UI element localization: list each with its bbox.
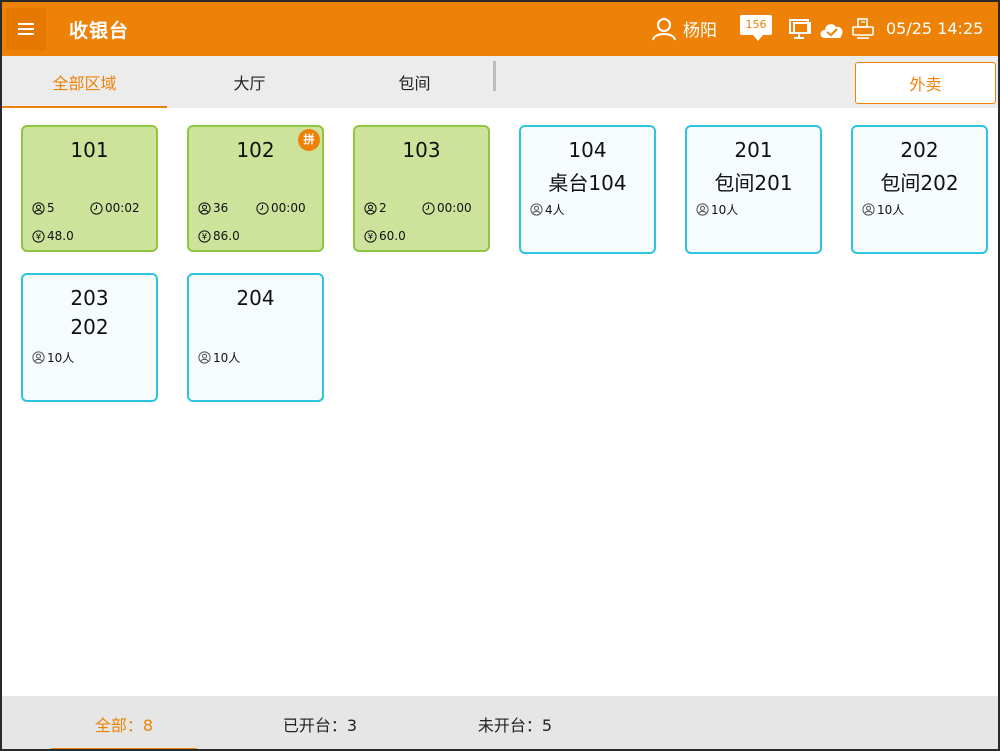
person-icon	[32, 201, 45, 215]
tab-all-areas[interactable]: 全部区域	[2, 56, 167, 108]
tab-hall[interactable]: 大厅	[167, 56, 332, 108]
table-number: 101	[70, 138, 109, 162]
filter-all[interactable]: 全部：8	[51, 696, 197, 749]
svg-text:¥: ¥	[368, 232, 374, 242]
order-amount: ¥60.0	[364, 229, 406, 243]
elapsed-time: 00:02	[90, 201, 140, 215]
tab-hall-label: 大厅	[233, 74, 266, 93]
table-number: 103	[402, 138, 441, 162]
table-card-203[interactable]: 203 202 10人	[21, 273, 158, 402]
tab-all-areas-label: 全部区域	[52, 74, 117, 93]
table-number: 202	[900, 138, 939, 162]
table-capacity: 10人	[32, 349, 74, 366]
filter-open[interactable]: 已开台：3	[247, 696, 393, 749]
message-icon[interactable]: 156	[740, 15, 772, 41]
clock-icon	[256, 201, 269, 215]
person-icon	[198, 351, 211, 364]
table-number: 104	[568, 138, 607, 162]
top-bar: 收银台 杨阳 156 05/25 14:25	[2, 2, 998, 56]
app-title: 收银台	[69, 20, 130, 42]
monitor-icon[interactable]	[788, 18, 812, 40]
cloud-sync-icon[interactable]	[818, 19, 846, 39]
svg-text:¥: ¥	[202, 232, 208, 242]
svg-text:¥: ¥	[36, 232, 42, 242]
table-card-204[interactable]: 204 10人	[187, 273, 324, 402]
table-card-201[interactable]: 201 包间201 10人	[685, 125, 822, 254]
table-card-101[interactable]: 101 5 00:02 ¥48.0	[21, 125, 158, 252]
datetime: 05/25 14:25	[886, 19, 984, 38]
filter-open-label: 已开台：3	[282, 715, 358, 735]
elapsed-time: 00:00	[256, 201, 306, 215]
guest-count: 5	[32, 201, 55, 215]
table-card-202[interactable]: 202 包间202 10人	[851, 125, 988, 254]
elapsed-time: 00:00	[422, 201, 472, 215]
person-icon	[198, 201, 211, 215]
table-card-102[interactable]: 102 36 00:00 ¥86.0 拼	[187, 125, 324, 252]
status-summary-bar: 全部：8 已开台：3 未开台：5	[2, 696, 998, 749]
filter-unopened-label: 未开台：5	[477, 715, 553, 735]
table-number: 204	[236, 286, 275, 310]
table-card-103[interactable]: 103 2 00:00 ¥60.0	[353, 125, 490, 252]
person-icon	[530, 203, 543, 216]
tab-room[interactable]: 包间	[332, 56, 497, 108]
person-icon	[696, 203, 709, 216]
takeout-button[interactable]: 外卖	[855, 62, 996, 104]
merged-table-badge: 拼	[298, 129, 320, 151]
filter-all-label: 全部：8	[94, 715, 154, 735]
tab-active-indicator	[2, 106, 167, 108]
message-count: 156	[740, 15, 772, 35]
menu-icon[interactable]	[6, 8, 46, 50]
filter-unopened[interactable]: 未开台：5	[442, 696, 588, 749]
guest-count: 36	[198, 201, 228, 215]
cashier-screen: 收银台 杨阳 156 05/25 14:25 全部区域 大厅 包间 外卖 101…	[0, 0, 1000, 751]
user-account[interactable]: 杨阳	[651, 16, 717, 41]
table-number: 201	[734, 138, 773, 162]
table-name: 202	[70, 315, 109, 339]
area-tab-bar: 全部区域 大厅 包间 外卖	[2, 56, 998, 108]
tab-room-label: 包间	[398, 74, 431, 93]
table-capacity: 10人	[198, 349, 240, 366]
table-capacity: 4人	[530, 201, 565, 218]
yen-icon: ¥	[364, 229, 377, 243]
user-name: 杨阳	[683, 21, 717, 41]
table-card-104[interactable]: 104 桌台104 4人	[519, 125, 656, 254]
user-icon	[652, 17, 676, 40]
order-amount: ¥48.0	[32, 229, 74, 243]
guest-count: 2	[364, 201, 387, 215]
table-number: 203	[70, 286, 109, 310]
tab-divider	[493, 61, 496, 91]
yen-icon: ¥	[198, 229, 211, 243]
table-name: 包间201	[714, 171, 793, 195]
clock-icon	[90, 201, 103, 215]
table-name: 包间202	[880, 171, 959, 195]
person-icon	[364, 201, 377, 215]
yen-icon: ¥	[32, 229, 45, 243]
person-icon	[32, 351, 45, 364]
table-name: 桌台104	[548, 171, 627, 195]
printer-icon[interactable]	[851, 17, 875, 41]
person-icon	[862, 203, 875, 216]
clock-icon	[422, 201, 435, 215]
order-amount: ¥86.0	[198, 229, 240, 243]
table-capacity: 10人	[862, 201, 904, 218]
table-capacity: 10人	[696, 201, 738, 218]
